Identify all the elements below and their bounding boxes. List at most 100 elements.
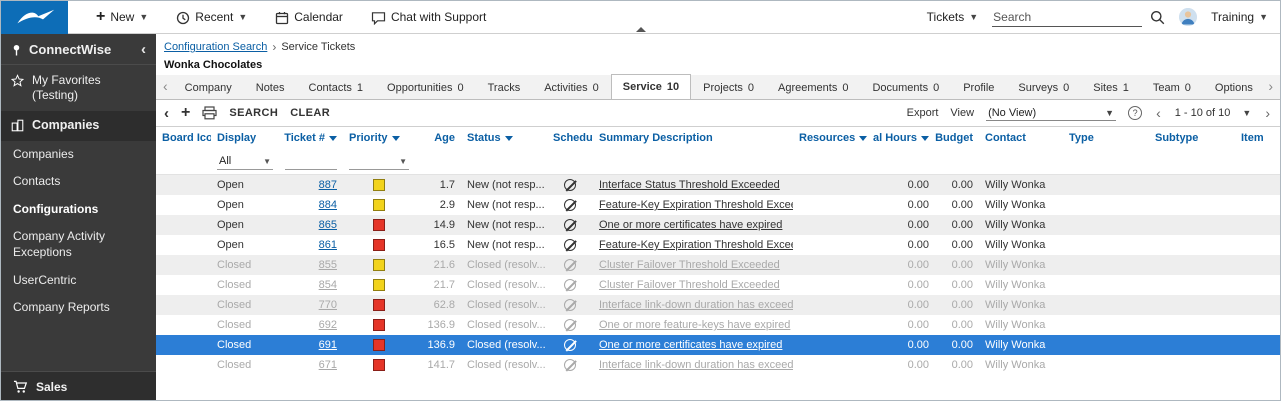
pagination-dropdown-icon[interactable]: ▼ [1242, 108, 1251, 118]
summary-link[interactable]: Cluster Failover Threshold Exceeded [599, 259, 780, 271]
back-icon[interactable]: ‹ [164, 105, 169, 122]
summary-link[interactable]: Interface Status Threshold Exceeded [599, 179, 780, 191]
ticket-link[interactable]: 884 [319, 199, 337, 211]
ticket-row-887[interactable]: Open8871.7New (not resp...Interface Stat… [156, 175, 1280, 195]
col-header-status[interactable]: Status [461, 127, 547, 149]
sort-filter-icon[interactable] [921, 136, 929, 141]
summary-link[interactable]: Feature-Key Expiration Threshold Exceede… [599, 239, 793, 251]
ticket-row-861[interactable]: Open86116.5New (not resp...Feature-Key E… [156, 235, 1280, 255]
priority-filter-select[interactable]: ▼ [349, 153, 409, 170]
tab-notes[interactable]: Notes [244, 75, 297, 99]
view-select[interactable]: (No View) ▼ [986, 106, 1116, 121]
recent-menu[interactable]: Recent ▼ [176, 10, 247, 25]
tab-profile[interactable]: Profile [951, 75, 1006, 99]
col-header-budget[interactable]: Budget [935, 127, 979, 149]
sort-filter-icon[interactable] [392, 136, 400, 141]
tab-agreements[interactable]: Agreements0 [766, 75, 860, 99]
avatar[interactable] [1179, 8, 1197, 26]
ticket-row-770[interactable]: Closed77062.8Closed (resolv...Interface … [156, 295, 1280, 315]
summary-link[interactable]: Cluster Failover Threshold Exceeded [599, 279, 780, 291]
sort-filter-icon[interactable] [859, 136, 867, 141]
display-filter-select[interactable]: All ▼ [217, 153, 273, 170]
tab-options[interactable]: Options [1203, 75, 1263, 99]
ticket-row-854[interactable]: Closed85421.7Closed (resolv...Cluster Fa… [156, 275, 1280, 295]
tab-service[interactable]: Service10 [611, 74, 691, 99]
ticket-row-865[interactable]: Open86514.9New (not resp...One or more c… [156, 215, 1280, 235]
summary-link[interactable]: Feature-Key Expiration Threshold Exceede… [599, 199, 793, 211]
calendar-menu[interactable]: Calendar [275, 10, 343, 25]
col-header-ticket[interactable]: Ticket # [279, 127, 343, 149]
ticket-link[interactable]: 770 [319, 299, 337, 311]
tabs-scroll-right-icon[interactable]: › [1263, 78, 1278, 97]
tab-sites[interactable]: Sites1 [1081, 75, 1141, 99]
col-header-item[interactable]: Item [1235, 127, 1280, 149]
ticket-row-855[interactable]: Closed85521.6Closed (resolv...Cluster Fa… [156, 255, 1280, 275]
col-header-age[interactable]: Age [415, 127, 461, 149]
ticket-filter-input[interactable] [285, 153, 337, 170]
tab-opportunities[interactable]: Opportunities0 [375, 75, 476, 99]
ticket-link[interactable]: 887 [319, 179, 337, 191]
search-button[interactable]: SEARCH [229, 107, 278, 119]
col-header-schedule[interactable]: Schedule [547, 127, 593, 149]
tab-team[interactable]: Team0 [1141, 75, 1203, 99]
help-icon[interactable]: ? [1128, 106, 1142, 120]
sidebar-item-company-reports[interactable]: Company Reports [1, 294, 156, 322]
summary-link[interactable]: One or more certificates have expired [599, 339, 782, 351]
col-header-subtype[interactable]: Subtype [1149, 127, 1235, 149]
ticket-link[interactable]: 855 [319, 259, 337, 271]
export-button[interactable]: Export [907, 107, 939, 119]
ticket-row-884[interactable]: Open8842.9New (not resp...Feature-Key Ex… [156, 195, 1280, 215]
ticket-link[interactable]: 671 [319, 359, 337, 371]
ticket-link[interactable]: 692 [319, 319, 337, 331]
ticket-link[interactable]: 865 [319, 219, 337, 231]
chat-support-menu[interactable]: Chat with Support [371, 10, 486, 25]
sort-filter-icon[interactable] [329, 136, 337, 141]
tab-contacts[interactable]: Contacts1 [297, 75, 376, 99]
sidebar-brand[interactable]: ConnectWise ‹ [1, 34, 156, 65]
page-prev-icon[interactable]: ‹ [1154, 105, 1163, 121]
sidebar-item-companies[interactable]: Companies [1, 141, 156, 169]
breadcrumb-link[interactable]: Configuration Search [164, 41, 267, 53]
tab-documents[interactable]: Documents0 [860, 75, 951, 99]
tab-company[interactable]: Company [173, 75, 244, 99]
col-header-resources[interactable]: Resources [793, 127, 873, 149]
ticket-row-692[interactable]: Closed692136.9Closed (resolv...One or mo… [156, 315, 1280, 335]
sidebar-module-companies[interactable]: Companies [1, 111, 156, 141]
ticket-link[interactable]: 691 [319, 339, 337, 351]
col-header-display[interactable]: Display [211, 127, 279, 149]
sidebar-item-usercentric[interactable]: UserCentric [1, 267, 156, 295]
summary-link[interactable]: Interface link-down duration has exceede… [599, 359, 793, 371]
new-menu[interactable]: + New ▼ [96, 9, 148, 25]
sidebar-item-sales[interactable]: Sales [1, 371, 156, 401]
sidebar-item-my-favorites[interactable]: My Favorites (Testing) [1, 65, 156, 111]
col-header-summary-description[interactable]: Summary Description [593, 127, 793, 149]
ticket-link[interactable]: 854 [319, 279, 337, 291]
clear-button[interactable]: CLEAR [290, 107, 330, 119]
col-header-priority[interactable]: Priority [343, 127, 415, 149]
tab-projects[interactable]: Projects0 [691, 75, 766, 99]
connectwise-logo[interactable] [1, 1, 68, 34]
summary-link[interactable]: One or more feature-keys have expired [599, 319, 790, 331]
summary-link[interactable]: Interface link-down duration has exceede… [599, 299, 793, 311]
tab-activities[interactable]: Activities0 [532, 75, 611, 99]
col-header-type[interactable]: Type [1063, 127, 1149, 149]
print-icon[interactable] [202, 106, 217, 120]
ticket-link[interactable]: 861 [319, 239, 337, 251]
sort-filter-icon[interactable] [505, 136, 513, 141]
tabs-scroll-left-icon[interactable]: ‹ [158, 78, 173, 97]
add-ticket-icon[interactable]: + [181, 104, 190, 122]
tab-tracks[interactable]: Tracks [476, 75, 533, 99]
collapse-topbar-caret[interactable] [636, 27, 646, 32]
page-next-icon[interactable]: › [1263, 105, 1272, 121]
col-header-total-hours[interactable]: Total Hours [873, 127, 935, 149]
ticket-row-671[interactable]: Closed671141.7Closed (resolv...Interface… [156, 355, 1280, 375]
user-menu[interactable]: Training ▼ [1211, 10, 1268, 24]
sidebar-item-contacts[interactable]: Contacts [1, 168, 156, 196]
search-icon[interactable] [1150, 10, 1165, 25]
tab-surveys[interactable]: Surveys0 [1006, 75, 1081, 99]
ticket-row-691[interactable]: Closed691136.9Closed (resolv...One or mo… [156, 335, 1280, 355]
col-header-board-icon[interactable]: Board Icon [156, 127, 211, 149]
col-header-contact[interactable]: Contact [979, 127, 1063, 149]
sidebar-item-configurations[interactable]: Configurations [1, 196, 156, 224]
tickets-menu[interactable]: Tickets ▼ [927, 10, 978, 24]
